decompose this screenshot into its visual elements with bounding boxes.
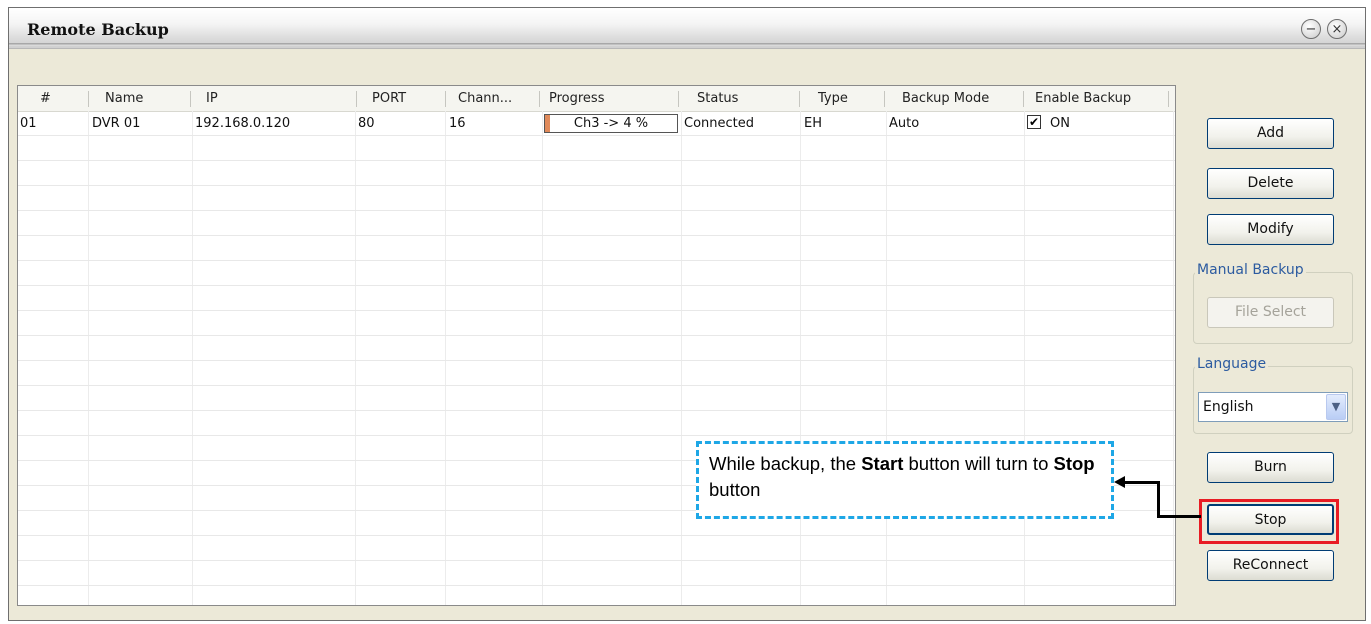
arrow-head-icon [1114, 476, 1125, 488]
table-row-empty[interactable] [18, 361, 1175, 386]
table-row-empty[interactable] [18, 311, 1175, 336]
table-row-empty[interactable] [18, 211, 1175, 236]
table-header: # Name IP PORT Chann... Progress Status … [18, 86, 1175, 112]
cell-name: DVR 01 [92, 116, 141, 131]
table-row-empty[interactable] [18, 386, 1175, 411]
minimize-icon[interactable]: − [1301, 19, 1321, 39]
table-row-empty[interactable] [18, 336, 1175, 361]
table-row-empty[interactable] [18, 161, 1175, 186]
col-header-progress[interactable]: Progress [549, 86, 604, 111]
col-header-port[interactable]: PORT [372, 86, 406, 111]
cell-backup-mode: Auto [889, 116, 920, 131]
file-select-button[interactable]: File Select [1207, 297, 1334, 328]
table-row-empty[interactable] [18, 186, 1175, 211]
table-row-empty[interactable] [18, 536, 1175, 561]
add-button[interactable]: Add [1207, 118, 1334, 149]
table-row[interactable]: 01 DVR 01 192.168.0.120 80 16 Ch3 -> 4 %… [18, 111, 1175, 136]
table-row-empty[interactable] [18, 286, 1175, 311]
burn-button[interactable]: Burn [1207, 452, 1334, 483]
delete-button[interactable]: Delete [1207, 168, 1334, 199]
table-row-empty[interactable] [18, 236, 1175, 261]
close-icon[interactable]: × [1327, 19, 1347, 39]
annotation-callout: While backup, the Start button will turn… [696, 441, 1114, 519]
chevron-down-icon[interactable]: ▼ [1326, 394, 1346, 420]
manual-backup-label: Manual Backup [1195, 262, 1306, 278]
reconnect-button[interactable]: ReConnect [1207, 550, 1334, 581]
modify-button[interactable]: Modify [1207, 214, 1334, 245]
enable-backup-checkbox[interactable]: ✔ [1027, 115, 1041, 129]
col-header-backup-mode[interactable]: Backup Mode [902, 86, 989, 111]
stop-button-highlight [1199, 499, 1339, 544]
cell-num: 01 [20, 116, 37, 131]
cell-channels: 16 [449, 116, 466, 131]
language-select-value: English [1203, 399, 1254, 415]
table-row-empty[interactable] [18, 261, 1175, 286]
col-header-name[interactable]: Name [105, 86, 143, 111]
title-underline [9, 43, 1365, 46]
language-label: Language [1195, 356, 1269, 372]
cell-status: Connected [684, 116, 755, 131]
backup-device-table[interactable]: # Name IP PORT Chann... Progress Status … [17, 85, 1176, 606]
cell-ip: 192.168.0.120 [195, 116, 291, 131]
backup-progress-bar: Ch3 -> 4 % [544, 114, 678, 133]
title-bar: Remote Backup − × [9, 8, 1365, 49]
callout-connector-bottom [1157, 515, 1201, 518]
col-header-status[interactable]: Status [697, 86, 738, 111]
callout-connector-vertical [1157, 481, 1160, 517]
cell-type: EH [804, 116, 822, 131]
col-header-ip[interactable]: IP [206, 86, 218, 111]
callout-connector-top [1124, 481, 1159, 484]
table-row-empty[interactable] [18, 586, 1175, 605]
language-select[interactable]: English ▼ [1198, 392, 1348, 422]
col-header-enable-backup[interactable]: Enable Backup [1035, 86, 1131, 111]
progress-text: Ch3 -> 4 % [573, 116, 649, 131]
window-title: Remote Backup [27, 20, 169, 39]
cell-port: 80 [358, 116, 375, 131]
table-row-empty[interactable] [18, 411, 1175, 436]
col-header-num[interactable]: # [40, 86, 51, 111]
cell-enable-text: ON [1050, 116, 1070, 131]
table-row-empty[interactable] [18, 136, 1175, 161]
table-row-empty[interactable] [18, 561, 1175, 586]
callout-text: While backup, the Start button will turn… [709, 453, 1095, 500]
col-header-channels[interactable]: Chann... [458, 86, 512, 111]
col-header-type[interactable]: Type [818, 86, 848, 111]
